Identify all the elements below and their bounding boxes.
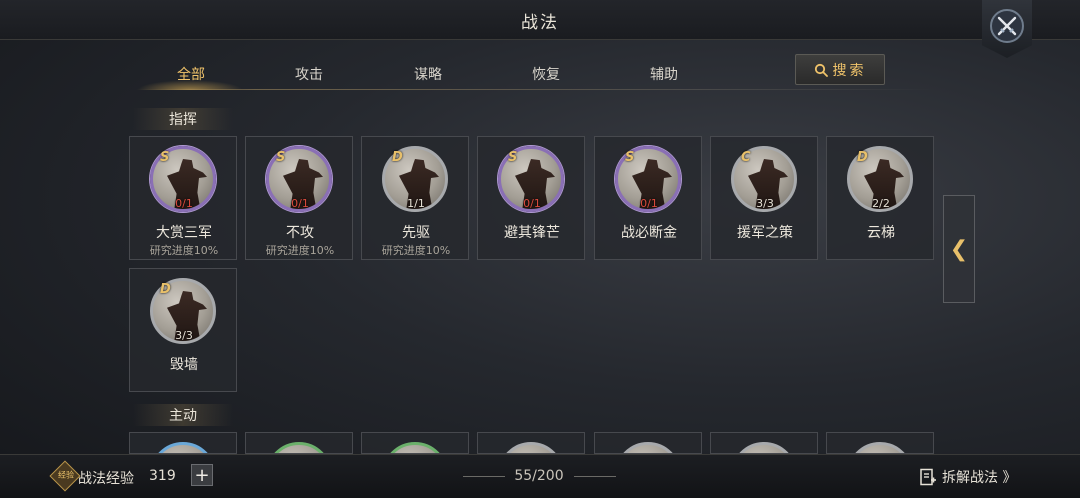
dismantle-tactics-button[interactable]: 拆解战法 》	[919, 467, 1016, 487]
tactic-exp-icon: 经验	[49, 460, 81, 492]
tactic-grade: D	[160, 282, 171, 297]
tactic-card[interactable]	[710, 432, 818, 454]
tabs-divider	[135, 89, 935, 90]
tactic-count-badge: 0/1	[291, 197, 309, 210]
search-icon	[814, 63, 828, 77]
tactic-name: 避其锋芒	[504, 225, 560, 241]
page-title: 战法	[521, 13, 559, 33]
document-icon	[920, 468, 936, 486]
tactic-grade: S	[160, 150, 170, 165]
tactic-card[interactable]: S 0/1 避其锋芒	[477, 136, 585, 260]
tactic-card[interactable]: D 2/2 云梯	[826, 136, 934, 260]
tactic-name: 大赏三军	[156, 225, 212, 241]
tactic-card[interactable]: S 0/1 战必断金	[594, 136, 702, 260]
tactic-grade: D	[857, 150, 868, 165]
tactic-card[interactable]: D 1/1 先驱研究进度10%	[361, 136, 469, 260]
tactic-name: 战必断金	[621, 225, 677, 241]
tactic-grade: C	[741, 150, 751, 165]
tactic-card[interactable]	[129, 432, 237, 454]
tactic-count-badge: 0/1	[175, 197, 193, 210]
tactic-count-badge: 3/3	[175, 329, 193, 342]
close-button[interactable]	[982, 0, 1032, 58]
tactic-portrait	[498, 442, 564, 453]
tactic-grade: S	[625, 150, 635, 165]
tactic-research-progress: 研究进度10%	[381, 244, 451, 257]
tactic-card[interactable]	[477, 432, 585, 454]
section-label-command: 指挥	[133, 108, 233, 130]
collapse-panel-button[interactable]: ❮	[943, 195, 975, 303]
tactic-grade: D	[392, 150, 403, 165]
tactic-count-badge: 0/1	[640, 197, 658, 210]
chevron-left-icon: ❮	[949, 236, 969, 262]
tactic-card[interactable]: C 3/3 援军之策	[710, 136, 818, 260]
tactic-name: 不攻	[286, 225, 314, 241]
tactic-card[interactable]	[594, 432, 702, 454]
search-button[interactable]: 搜索	[795, 54, 885, 85]
tactic-research-progress: 研究进度10%	[149, 244, 219, 257]
tactic-name: 毁墙	[170, 357, 198, 373]
tactic-exp-value: 319	[149, 468, 176, 484]
tactic-exp-label: 战法经验	[78, 471, 134, 487]
tactic-portrait	[615, 442, 681, 453]
exp-icon-text: 经验	[58, 470, 75, 480]
page-divider-right	[574, 476, 616, 477]
tactic-portrait	[382, 442, 448, 453]
tactic-card[interactable]: D 3/3 毁墙	[129, 268, 237, 392]
tactic-count-badge: 0/1	[523, 197, 541, 210]
search-label: 搜索	[832, 62, 867, 79]
tactic-portrait	[150, 442, 216, 453]
top-bar: 战法	[0, 0, 1080, 40]
tactic-name: 云梯	[867, 225, 895, 241]
tab-attack[interactable]: 攻击	[269, 64, 349, 84]
tactic-portrait	[847, 442, 913, 453]
tactic-card[interactable]	[245, 432, 353, 454]
page-divider-left	[463, 476, 505, 477]
dismantle-label: 拆解战法 》	[942, 470, 1017, 486]
tactic-count-badge: 1/1	[407, 197, 425, 210]
bottom-bar: 经验 战法经验 319 + 55/200 拆解战法 》	[0, 454, 1080, 498]
tactic-name: 先驱	[402, 225, 430, 241]
tab-recovery[interactable]: 恢复	[506, 64, 586, 84]
section-label-active: 主动	[133, 404, 233, 426]
tactic-grade: S	[508, 150, 518, 165]
tactic-card[interactable]	[361, 432, 469, 454]
tab-support[interactable]: 辅助	[624, 64, 704, 84]
tactic-portrait	[266, 442, 332, 453]
tactic-portrait	[731, 442, 797, 453]
plus-icon: +	[194, 464, 210, 486]
tactic-card[interactable]: S 0/1 大赏三军研究进度10%	[129, 136, 237, 260]
add-exp-button[interactable]: +	[191, 464, 213, 486]
crossed-swords-icon	[990, 9, 1024, 43]
tactic-grade: S	[276, 150, 286, 165]
tactic-research-progress: 研究进度10%	[265, 244, 335, 257]
tactic-name: 援军之策	[737, 225, 793, 241]
tactic-count-badge: 2/2	[872, 197, 890, 210]
tactic-count-badge: 3/3	[756, 197, 774, 210]
tab-strategy[interactable]: 谋略	[388, 64, 468, 84]
tab-all[interactable]: 全部	[151, 64, 231, 84]
tactic-count: 55/200	[514, 468, 564, 484]
tactic-card[interactable]: S 0/1 不攻研究进度10%	[245, 136, 353, 260]
tactic-card[interactable]	[826, 432, 934, 454]
